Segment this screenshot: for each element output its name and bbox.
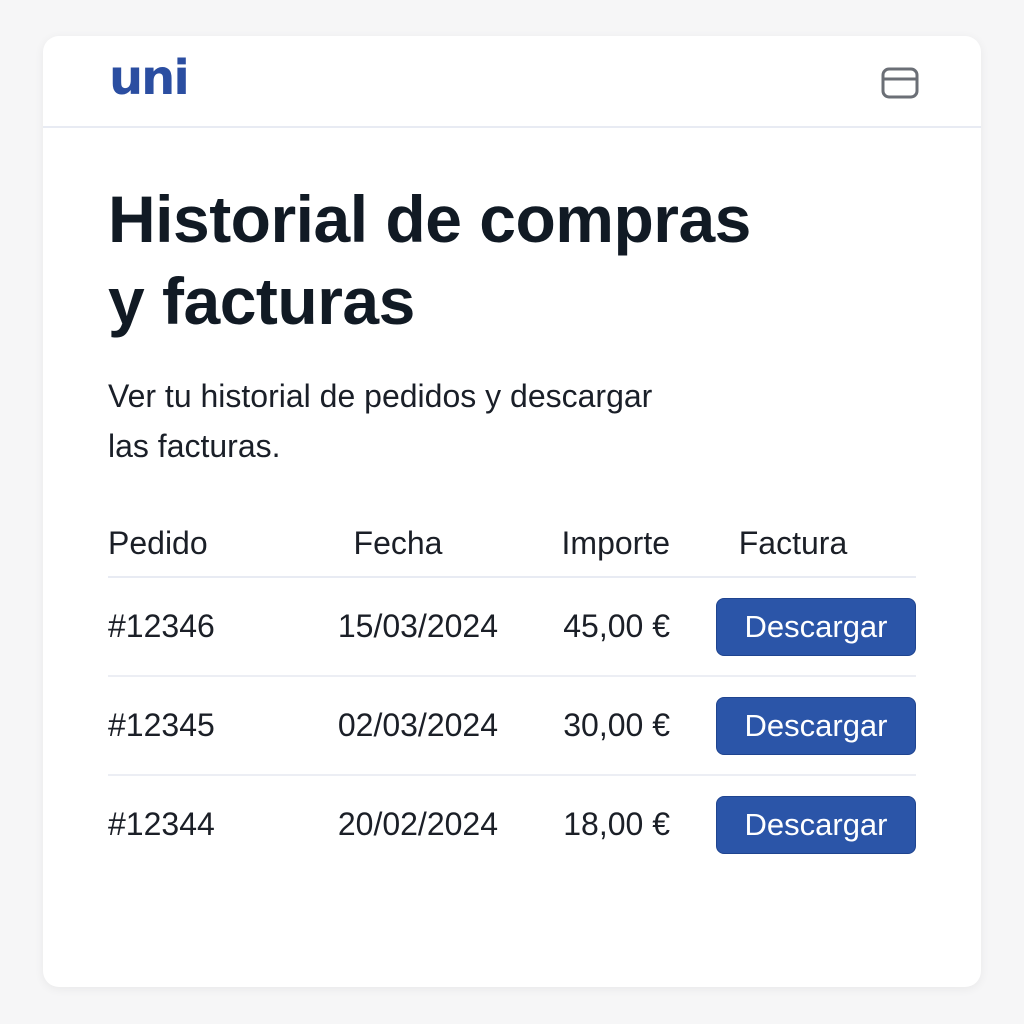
column-header-amount: Importe <box>498 510 670 578</box>
table-row: #12344 20/02/2024 18,00 € Descargar <box>108 775 916 873</box>
order-date: 02/03/2024 <box>298 676 498 776</box>
invoice-cell: Descargar <box>670 676 916 776</box>
column-header-invoice: Factura <box>670 510 916 578</box>
column-header-date: Fecha <box>298 510 498 578</box>
order-amount: 45,00 € <box>498 577 670 677</box>
table-row: #12346 15/03/2024 45,00 € Descargar <box>108 577 916 677</box>
table-row: #12345 02/03/2024 30,00 € Descargar <box>108 676 916 776</box>
order-number: #12344 <box>108 806 215 842</box>
table-header-row: Pedido Fecha Importe Factura <box>108 510 916 578</box>
order-number: #12345 <box>108 676 298 776</box>
top-bar: uni <box>43 36 981 128</box>
page-subtitle-line-1: Ver tu historial de pedidos y descargar <box>108 378 653 414</box>
page-title-line-1: Historial de compras <box>108 182 751 256</box>
invoice-cell: Descargar <box>670 577 916 677</box>
order-date: 15/03/2024 <box>298 577 498 677</box>
download-invoice-button[interactable]: Descargar <box>716 696 916 755</box>
purchase-history-card: uni Historial de compras y facturas Ver … <box>43 36 981 987</box>
order-date: 20/02/2024 <box>337 806 498 842</box>
download-invoice-button[interactable]: Descargar <box>716 597 916 656</box>
order-number: #12346 <box>108 577 298 677</box>
download-invoice-button[interactable]: Descargar <box>716 795 916 854</box>
order-amount: 30,00 € <box>498 676 670 776</box>
uni-logo[interactable]: uni <box>109 50 190 106</box>
page-title: Historial de compras y facturas <box>108 178 928 342</box>
order-amount: 18,00 € <box>563 806 670 842</box>
page-subtitle-line-2: las facturas. <box>108 428 281 464</box>
orders-table: Pedido Fecha Importe Factura #12346 15/0… <box>108 510 916 873</box>
invoice-cell: Descargar <box>670 775 916 873</box>
credit-card-icon[interactable] <box>881 67 919 99</box>
page-title-line-2: y facturas <box>108 264 415 338</box>
page-subtitle: Ver tu historial de pedidos y descargar … <box>108 371 808 471</box>
column-header-order: Pedido <box>108 510 298 578</box>
